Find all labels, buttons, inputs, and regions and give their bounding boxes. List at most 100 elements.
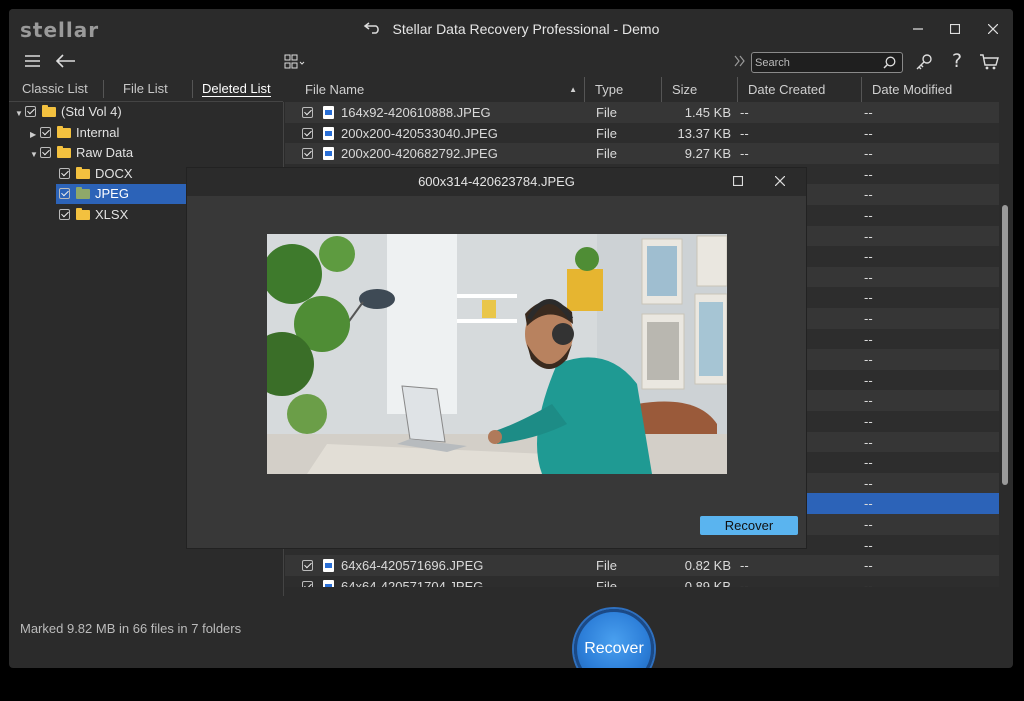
sort-ascending-icon: ▲ bbox=[569, 85, 577, 94]
expand-double-chevron-icon[interactable] bbox=[734, 55, 746, 70]
jpeg-file-icon bbox=[323, 126, 342, 141]
row-checkbox[interactable] bbox=[302, 146, 319, 161]
back-icon[interactable] bbox=[55, 54, 75, 71]
file-type: File bbox=[596, 125, 617, 141]
preview-close-icon[interactable] bbox=[768, 170, 792, 194]
row-checkbox[interactable] bbox=[302, 558, 319, 573]
column-header-file-name[interactable]: File Name ▲ bbox=[295, 77, 585, 102]
date-modified: -- bbox=[864, 558, 873, 574]
file-size: 13.37 KB bbox=[677, 125, 732, 141]
key-icon[interactable] bbox=[915, 53, 933, 74]
tree-item-raw-data[interactable]: ▼ Raw Data bbox=[30, 143, 133, 163]
back-arrow-icon bbox=[363, 21, 381, 38]
tree-checkbox[interactable] bbox=[59, 208, 70, 220]
status-text: Marked 9.82 MB in 66 files in 7 folders bbox=[20, 621, 242, 636]
tab-classic-list[interactable]: Classic List bbox=[22, 81, 88, 96]
tree-checkbox[interactable] bbox=[40, 147, 51, 158]
table-row[interactable]: 200x200-420533040.JPEG File 13.37 KB -- … bbox=[285, 122, 999, 144]
tree-checkbox[interactable] bbox=[40, 126, 51, 138]
preview-maximize-icon[interactable] bbox=[726, 170, 750, 194]
tab-file-list[interactable]: File List bbox=[123, 81, 168, 96]
file-type: File bbox=[596, 558, 617, 574]
file-size: 9.27 KB bbox=[684, 146, 731, 162]
close-icon[interactable] bbox=[981, 17, 1005, 41]
date-created: -- bbox=[740, 578, 749, 587]
tab-deleted-list[interactable]: Deleted List bbox=[202, 81, 271, 97]
tree-checkbox[interactable] bbox=[25, 106, 36, 117]
file-table-header: File Name ▲ Type Size Date Created Date … bbox=[285, 77, 999, 102]
folder-icon bbox=[57, 146, 71, 158]
tree-item-docx[interactable]: DOCX bbox=[59, 164, 133, 184]
jpeg-file-icon bbox=[323, 146, 342, 161]
caret-right-icon[interactable]: ▶ bbox=[30, 125, 40, 145]
table-row[interactable]: 200x200-420682792.JPEG File 9.27 KB -- -… bbox=[285, 143, 999, 164]
tree-item-std-vol-4[interactable]: ▼ (Std Vol 4) bbox=[15, 102, 122, 122]
column-header-date-modified[interactable]: Date Modified bbox=[862, 77, 999, 102]
date-created: -- bbox=[740, 146, 749, 162]
left-view-tabs: Classic List File List Deleted List bbox=[9, 77, 283, 102]
search-input[interactable] bbox=[755, 55, 875, 70]
maximize-icon[interactable] bbox=[943, 17, 967, 41]
file-name: 64x64-420571704.JPEG bbox=[341, 578, 484, 587]
column-header-date-created[interactable]: Date Created bbox=[738, 77, 862, 102]
row-checkbox[interactable] bbox=[302, 579, 319, 587]
tree-checkbox[interactable] bbox=[59, 167, 70, 179]
column-header-size[interactable]: Size bbox=[662, 77, 738, 102]
preview-recover-button[interactable]: Recover bbox=[700, 516, 798, 535]
date-modified: -- bbox=[864, 290, 873, 306]
date-modified: -- bbox=[864, 475, 873, 491]
date-created: -- bbox=[740, 125, 749, 141]
date-created: -- bbox=[740, 105, 749, 120]
search-icon[interactable] bbox=[883, 56, 896, 72]
preview-title: 600x314-420623784.JPEG bbox=[187, 168, 806, 196]
tree-item-label: Internal bbox=[76, 124, 120, 140]
date-modified: -- bbox=[864, 208, 873, 223]
tab-divider bbox=[103, 80, 104, 98]
window-title-text: Stellar Data Recovery Professional - Dem… bbox=[392, 21, 660, 37]
caret-down-icon[interactable]: ▼ bbox=[15, 104, 25, 124]
table-scrollbar[interactable] bbox=[1002, 205, 1008, 485]
file-type: File bbox=[596, 105, 617, 120]
table-row[interactable]: 64x64-420571696.JPEG File 0.82 KB -- -- bbox=[285, 555, 999, 576]
tab-divider bbox=[192, 80, 193, 98]
table-row[interactable]: 164x92-420610888.JPEG File 1.45 KB -- -- bbox=[285, 102, 999, 123]
tree-item-internal[interactable]: ▶ Internal bbox=[30, 123, 119, 143]
tree-item-label: (Std Vol 4) bbox=[61, 104, 122, 119]
jpeg-file-icon bbox=[323, 579, 342, 587]
tree-item-label: XLSX bbox=[95, 206, 129, 222]
date-modified: -- bbox=[864, 517, 873, 532]
date-created: -- bbox=[740, 558, 749, 574]
cart-icon[interactable] bbox=[980, 54, 1000, 73]
minimize-icon[interactable] bbox=[906, 17, 930, 41]
folder-icon bbox=[57, 125, 71, 138]
table-row[interactable]: 64x64-420571704.JPEG File 0.89 KB -- -- bbox=[285, 575, 999, 587]
column-label: File Name bbox=[305, 82, 365, 97]
date-modified: -- bbox=[864, 414, 873, 429]
title-bar: stellar Stellar Data Recovery Profession… bbox=[9, 9, 1013, 49]
help-icon[interactable]: ? bbox=[952, 50, 962, 72]
folder-icon bbox=[42, 105, 56, 117]
jpeg-file-icon bbox=[323, 558, 342, 573]
hamburger-menu-icon[interactable] bbox=[25, 54, 40, 71]
row-checkbox[interactable] bbox=[302, 126, 319, 141]
view-grid-icon[interactable] bbox=[284, 54, 308, 73]
date-modified: -- bbox=[864, 434, 873, 450]
column-header-type[interactable]: Type bbox=[585, 77, 662, 102]
date-modified: -- bbox=[864, 537, 873, 553]
date-modified: -- bbox=[864, 166, 873, 182]
tree-item-label: JPEG bbox=[95, 186, 129, 201]
file-name: 64x64-420571696.JPEG bbox=[341, 558, 484, 574]
recover-button[interactable]: Recover bbox=[574, 609, 654, 668]
row-checkbox[interactable] bbox=[302, 105, 319, 120]
date-modified: -- bbox=[864, 352, 873, 368]
caret-down-icon[interactable]: ▼ bbox=[30, 145, 40, 165]
folder-icon bbox=[76, 166, 90, 179]
app-window: stellar Stellar Data Recovery Profession… bbox=[9, 9, 1013, 668]
date-modified: -- bbox=[864, 269, 873, 285]
file-size: 0.82 KB bbox=[684, 558, 731, 574]
tree-checkbox[interactable] bbox=[59, 188, 70, 199]
tree-item-xlsx[interactable]: XLSX bbox=[59, 205, 128, 225]
date-modified: -- bbox=[864, 331, 873, 347]
date-modified: -- bbox=[864, 496, 873, 512]
tree-item-jpeg[interactable]: JPEG bbox=[56, 184, 186, 204]
